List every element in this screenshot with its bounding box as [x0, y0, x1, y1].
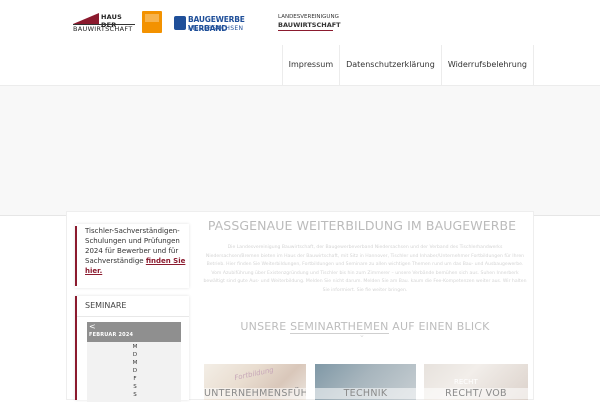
calendar-prev-icon[interactable]: < — [89, 322, 96, 332]
topic-card-recht-vob[interactable]: RECHT RECHT/ VOB — [424, 364, 528, 400]
calendar-day-letter: S — [133, 392, 137, 398]
nav-widerruf[interactable]: Widerrufsbelehrung — [440, 45, 534, 85]
section-subtitle: UNSERE SEMINARTHEMEN AUF EINEN BLICK — [199, 320, 531, 334]
calendar: < FEBRUAR 2024 M D M D F S S — [87, 322, 181, 402]
logo-text-line1: LANDESVEREINIGUNG — [278, 14, 339, 20]
baugewerbe-verband-logo[interactable]: BAUGEWERBE VERBAND NIEDERSACHSEN — [174, 14, 269, 34]
sidebar-notice: Tischler-Sachverständigen-Schulungen und… — [75, 226, 189, 286]
calendar-day-letter: M — [132, 360, 138, 366]
logo-text-line2: NIEDERSACHSEN — [188, 25, 244, 32]
logo-text-line2: BAUWIRTSCHAFT — [73, 25, 133, 33]
seminare-divider — [77, 316, 189, 317]
top-navigation: Impressum Datenschutzerklärung Widerrufs… — [281, 45, 534, 85]
card-label: RECHT/ VOB — [424, 388, 528, 399]
chevron-down-icon: ⌄ — [359, 331, 365, 339]
logo-text-line2: BAUWIRTSCHAFT — [278, 21, 341, 29]
page-title: PASSGENAUE WEITERBILDUNG IM BAUGEWERBE — [207, 218, 517, 233]
topic-card-unternehmensfuehrung[interactable]: Fortbildung UNTERNEHMENSFÜHRUNG — [204, 364, 306, 400]
subtitle-pre: UNSERE — [240, 320, 291, 333]
calendar-day-letter: S — [133, 384, 137, 390]
haus-der-bauwirtschaft-logo[interactable]: HAUS DER BAUWIRTSCHAFT — [73, 13, 135, 33]
card-label: UNTERNEHMENSFÜHRUNG — [204, 388, 306, 399]
calendar-header: < FEBRUAR 2024 — [87, 322, 181, 342]
hero-banner — [0, 86, 600, 216]
seminare-widget: SEMINARE < FEBRUAR 2024 M D M D F S S — [75, 296, 189, 402]
intro-paragraph: Die Landesvereinigung Bauwirtschaft, der… — [203, 245, 527, 293]
logo-triangle-icon — [73, 13, 99, 24]
calendar-days: M D M D F S S — [87, 342, 181, 402]
card-label: TECHNIK — [315, 388, 416, 399]
topic-card-technik[interactable]: TECHNIK — [315, 364, 416, 400]
site-header: HAUS DER BAUWIRTSCHAFT BAUGEWERBE VERBAN… — [0, 0, 600, 86]
orange-square-logo[interactable] — [142, 11, 162, 33]
verband-emblem-icon — [174, 16, 186, 30]
calendar-day-letter: F — [133, 376, 137, 382]
calendar-day-letter: D — [132, 352, 138, 358]
landesvereinigung-logo[interactable]: LANDESVEREINIGUNG BAUWIRTSCHAFT — [278, 14, 341, 34]
calendar-month: FEBRUAR 2024 — [89, 332, 134, 338]
logo-inner-shape — [145, 14, 159, 22]
seminare-heading: SEMINARE — [85, 301, 127, 310]
calendar-day-letter: D — [132, 368, 138, 374]
logo-divider — [278, 30, 333, 31]
subtitle-underlined: SEMINARTHEMEN — [290, 320, 389, 334]
nav-datenschutz[interactable]: Datenschutzerklärung — [339, 45, 441, 85]
subtitle-post: AUF EINEN BLICK — [388, 320, 490, 333]
card-deco-text: RECHT — [454, 378, 478, 386]
nav-impressum[interactable]: Impressum — [281, 45, 339, 85]
calendar-day-letter: M — [132, 344, 138, 350]
